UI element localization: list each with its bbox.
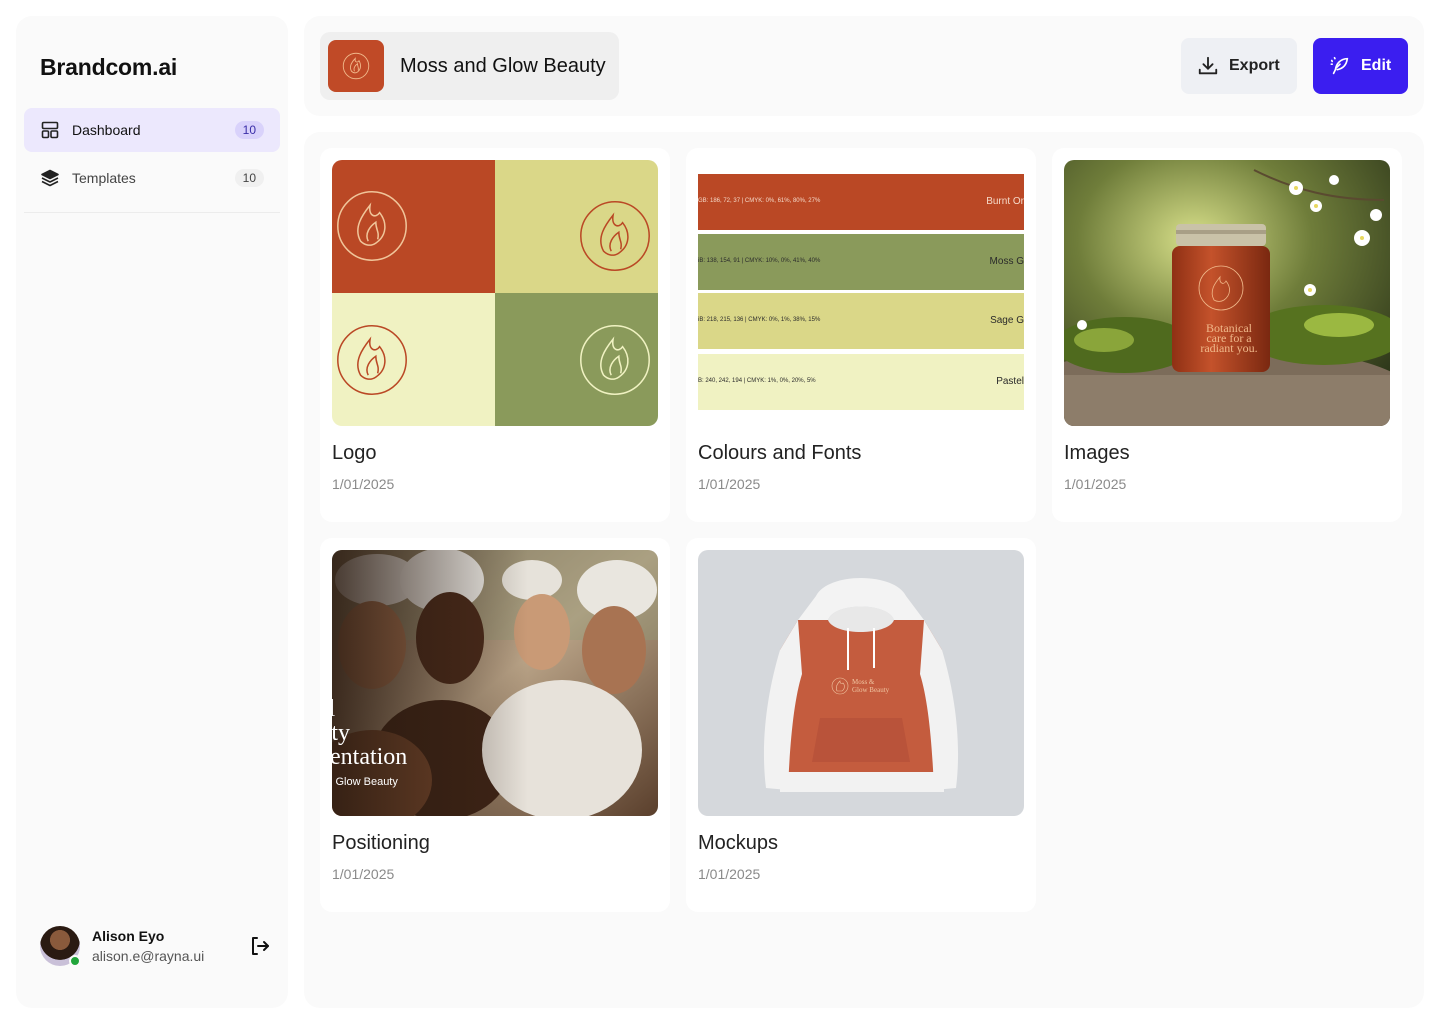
palette-thumbnail: GB: 186, 72, 37 | CMYK: 0%, 61%, 80%, 27… xyxy=(698,160,1024,426)
user-email: alison.e@rayna.ui xyxy=(92,948,205,964)
positioning-photo: al tity entation l Glow Beauty xyxy=(332,550,658,816)
color-code: B: 240, 242, 194 | CMYK: 1%, 0%, 20%, 5% xyxy=(698,378,816,384)
feather-edit-icon xyxy=(1330,56,1349,75)
sidebar-item-label: Dashboard xyxy=(72,122,141,138)
card-date: 1/01/2025 xyxy=(332,866,395,882)
sidebar-item-templates[interactable]: Templates 10 xyxy=(24,156,280,200)
card-date: 1/01/2025 xyxy=(698,866,761,882)
presentation-title-line: al xyxy=(332,696,335,723)
user-info: Alison Eyo alison.e@rayna.ui xyxy=(92,928,248,964)
edit-label: Edit xyxy=(1361,57,1392,74)
card-date: 1/01/2025 xyxy=(1064,476,1127,492)
card-date: 1/01/2025 xyxy=(332,476,395,492)
user-profile: Alison Eyo alison.e@rayna.ui xyxy=(40,924,272,968)
presentation-title-line: entation xyxy=(332,744,408,770)
card-title: Colours and Fonts xyxy=(698,442,862,464)
online-status-dot xyxy=(69,955,81,967)
card-title: Positioning xyxy=(332,832,430,854)
presentation-subtitle: l Glow Beauty xyxy=(332,776,398,788)
color-swatch: iB: 218, 215, 136 | CMYK: 0%, 1%, 38%, 1… xyxy=(698,293,1024,349)
color-name: Pastel xyxy=(996,376,1024,387)
color-code: iB: 138, 154, 91 | CMYK: 10%, 0%, 41%, 4… xyxy=(698,258,821,264)
svg-text:radiant you.: radiant you. xyxy=(1200,341,1257,355)
user-name: Alison Eyo xyxy=(92,928,165,944)
logo-variant xyxy=(495,160,658,293)
count-badge: 10 xyxy=(234,169,264,187)
download-icon xyxy=(1198,56,1218,75)
project-name: Moss and Glow Beauty xyxy=(400,54,606,77)
asset-card-mockups[interactable]: Moss & Glow Beauty Mockups 1/01/2025 xyxy=(686,538,1036,912)
product-photo: Botanical care for a radiant you. xyxy=(1064,160,1390,426)
sidebar: Brandcom.ai Dashboard 10 Templates 10 Al… xyxy=(16,16,288,1008)
asset-card-images[interactable]: Botanical care for a radiant you. Images… xyxy=(1052,148,1402,522)
avatar[interactable] xyxy=(40,926,81,967)
logo-variant xyxy=(332,293,495,426)
logo-variant xyxy=(332,160,495,293)
asset-card-positioning[interactable]: al tity entation l Glow Beauty Positioni… xyxy=(320,538,670,912)
export-button[interactable]: Export xyxy=(1181,38,1297,94)
card-title: Logo xyxy=(332,442,377,464)
color-code: GB: 186, 72, 37 | CMYK: 0%, 61%, 80%, 27… xyxy=(698,198,821,204)
asset-card-colours[interactable]: GB: 186, 72, 37 | CMYK: 0%, 61%, 80%, 27… xyxy=(686,148,1036,522)
asset-card-logo[interactable]: Logo 1/01/2025 xyxy=(320,148,670,522)
divider xyxy=(24,212,280,213)
logout-icon[interactable] xyxy=(248,934,272,958)
hoodie-print-line: Glow Beauty xyxy=(852,686,890,694)
sidebar-nav: Dashboard 10 Templates 10 xyxy=(24,108,280,204)
color-swatch: B: 240, 242, 194 | CMYK: 1%, 0%, 20%, 5%… xyxy=(698,354,1024,410)
color-name: Sage G xyxy=(990,315,1024,326)
hoodie-print-line: Moss & xyxy=(852,678,875,686)
color-name: Moss G xyxy=(989,256,1024,267)
logo-variant xyxy=(495,293,658,426)
edit-button[interactable]: Edit xyxy=(1313,38,1408,94)
color-name: Burnt Or xyxy=(986,196,1024,207)
hoodie-mockup: Moss & Glow Beauty xyxy=(698,550,1024,816)
color-swatch: iB: 138, 154, 91 | CMYK: 10%, 0%, 41%, 4… xyxy=(698,234,1024,290)
sidebar-item-dashboard[interactable]: Dashboard 10 xyxy=(24,108,280,152)
brand-logo[interactable]: Brandcom.ai xyxy=(40,54,177,81)
color-code: iB: 218, 215, 136 | CMYK: 0%, 1%, 38%, 1… xyxy=(698,317,821,323)
project-selector[interactable]: Moss and Glow Beauty xyxy=(320,32,619,100)
jar-label: Botanical care for a radiant you. xyxy=(1200,321,1257,355)
project-logo xyxy=(328,40,384,92)
layout-icon xyxy=(40,120,60,140)
layers-icon xyxy=(40,168,60,188)
logo-thumbnail xyxy=(332,160,658,426)
color-swatch: GB: 186, 72, 37 | CMYK: 0%, 61%, 80%, 27… xyxy=(698,174,1024,230)
asset-grid: Logo 1/01/2025 GB: 186, 72, 37 | CMYK: 0… xyxy=(304,132,1424,1008)
presentation-title-line: tity xyxy=(332,720,351,746)
count-badge: 10 xyxy=(234,121,264,139)
export-label: Export xyxy=(1229,57,1280,74)
card-title: Mockups xyxy=(698,832,779,854)
card-title: Images xyxy=(1064,442,1130,464)
card-date: 1/01/2025 xyxy=(698,476,761,492)
sidebar-item-label: Templates xyxy=(72,170,136,186)
top-bar: Moss and Glow Beauty Export Edit xyxy=(304,16,1424,116)
